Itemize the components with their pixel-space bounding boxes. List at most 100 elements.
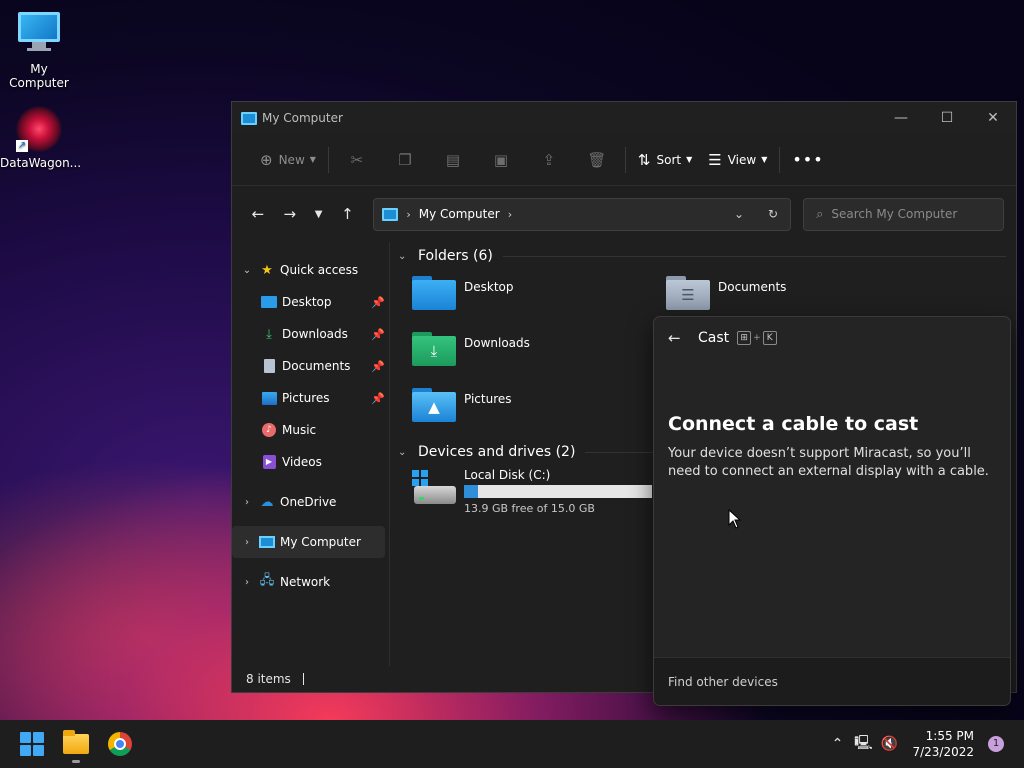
find-other-devices-link[interactable]: Find other devices — [654, 657, 1010, 705]
copy-button[interactable]: ❐ — [381, 144, 429, 176]
sidebar-item-label: Desktop — [282, 295, 332, 309]
window-title: My Computer — [262, 111, 343, 125]
trash-icon: 🗑 — [587, 150, 607, 169]
network-status-icon[interactable]: 🖳 — [850, 732, 876, 756]
find-other-devices-label: Find other devices — [668, 674, 778, 689]
folder-downloads[interactable]: ⤓ Downloads — [412, 332, 530, 366]
chevron-right-icon[interactable]: › — [236, 497, 258, 508]
back-button[interactable]: ← — [242, 198, 274, 230]
chevron-down-icon: ⌄ — [734, 207, 745, 221]
show-hidden-icons-button[interactable]: ⌃ — [824, 736, 850, 752]
sidebar-item-label: Quick access — [280, 263, 359, 277]
sidebar-item-onedrive[interactable]: › ☁ OneDrive — [232, 486, 389, 518]
folder-name: Desktop — [464, 280, 514, 294]
folder-pictures[interactable]: ▲ Pictures — [412, 388, 512, 422]
section-divider — [502, 255, 1006, 257]
pin-icon: 📌 — [371, 391, 385, 405]
minimize-button[interactable]: — — [878, 102, 924, 134]
desktop-icon-datawagon[interactable]: ↗ DataWagon... — [0, 106, 82, 170]
drive-usage-fill — [464, 485, 478, 498]
chevron-down-icon: ⌄ — [398, 446, 407, 458]
folders-section-header[interactable]: ⌄ Folders (6) — [398, 242, 1016, 270]
sidebar-item-documents[interactable]: Documents 📌 — [232, 350, 389, 382]
sidebar-item-my-computer[interactable]: › My Computer — [232, 526, 385, 558]
chevron-down-icon: ▼ — [686, 155, 693, 164]
sidebar-item-label: Pictures — [282, 391, 330, 405]
sidebar-item-quick-access[interactable]: ⌄ ★ Quick access — [232, 254, 389, 286]
recent-locations-button[interactable]: ▼ — [306, 198, 332, 230]
view-list-icon: ☰ — [708, 150, 722, 169]
taskbar-file-explorer[interactable] — [54, 724, 98, 764]
arrow-up-icon: ↑ — [341, 205, 354, 223]
drive-free-space: 13.9 GB free of 15.0 GB — [464, 502, 595, 515]
sidebar-item-pictures[interactable]: Pictures 📌 — [232, 382, 389, 414]
notification-badge[interactable]: 1 — [988, 736, 1004, 752]
arrow-right-icon: → — [283, 205, 297, 223]
new-label: New — [278, 152, 305, 167]
sidebar-item-network[interactable]: › 🖧 Network — [232, 566, 389, 598]
maximize-button[interactable]: ☐ — [924, 102, 970, 134]
status-divider — [302, 673, 304, 685]
close-button[interactable]: ✕ — [970, 102, 1016, 134]
chevron-right-icon[interactable]: › — [236, 537, 258, 548]
up-button[interactable]: ↑ — [332, 198, 364, 230]
sidebar-item-downloads[interactable]: ⤓ Downloads 📌 — [232, 318, 389, 350]
folder-name: Downloads — [464, 336, 530, 350]
desktop-folder-icon — [260, 295, 278, 309]
chevron-right-icon[interactable]: › — [508, 208, 512, 221]
desktop-icon-label: DataWagon... — [0, 156, 82, 170]
music-icon: ♪ — [260, 423, 278, 437]
rename-button[interactable]: ▣ — [477, 144, 525, 176]
file-explorer-icon — [63, 730, 89, 754]
windows-logo-icon — [412, 470, 428, 486]
chevron-down-icon: ▼ — [309, 155, 316, 164]
drive-local-disk-c[interactable]: Local Disk (C:) 13.9 GB free of 15.0 GB — [412, 468, 652, 515]
search-input[interactable] — [831, 207, 992, 221]
forward-button[interactable]: → — [274, 198, 306, 230]
chevron-right-icon: › — [406, 207, 411, 221]
taskbar-chrome[interactable] — [98, 724, 142, 764]
sidebar-item-desktop[interactable]: Desktop 📌 — [232, 286, 389, 318]
volume-muted-icon[interactable]: 🔇 — [876, 736, 902, 752]
clock[interactable]: 1:55 PM 7/23/2022 — [912, 728, 974, 760]
clock-date: 7/23/2022 — [912, 745, 974, 759]
view-button[interactable]: ☰ View ▼ — [700, 144, 775, 176]
desktop-icon-my-computer[interactable]: My Computer — [0, 10, 78, 90]
start-button[interactable] — [10, 724, 54, 764]
chrome-icon — [108, 732, 132, 756]
delete-button[interactable]: 🗑 — [573, 144, 621, 176]
cast-back-button[interactable]: ← — [668, 329, 692, 347]
chevron-down-icon[interactable]: ⌄ — [236, 265, 258, 276]
address-dropdown-button[interactable]: ⌄ — [722, 207, 756, 221]
title-bar[interactable]: My Computer — ☐ ✕ — [232, 102, 1016, 134]
cast-title: Cast — [698, 330, 730, 346]
drives-header-label: Devices and drives (2) — [418, 444, 576, 460]
sidebar-item-videos[interactable]: ▶ Videos — [232, 446, 389, 478]
sort-arrows-icon: ⇅ — [637, 150, 651, 169]
refresh-icon: ↻ — [768, 207, 779, 221]
sort-button[interactable]: ⇅ Sort ▼ — [630, 144, 700, 176]
drive-usage-bar — [464, 485, 652, 498]
refresh-button[interactable]: ↻ — [756, 207, 790, 221]
sidebar-item-music[interactable]: ♪ Music — [232, 414, 389, 446]
monitor-icon — [16, 12, 62, 58]
folder-desktop[interactable]: Desktop — [412, 276, 514, 310]
new-button[interactable]: ⊕ New ▼ — [252, 144, 324, 176]
documents-folder-icon: ☰ — [666, 276, 710, 310]
picture-icon — [260, 391, 278, 405]
paste-button[interactable]: ▤ — [429, 144, 477, 176]
clipboard-icon: ▤ — [445, 150, 461, 169]
cast-message: Your device doesn’t support Miracast, so… — [668, 446, 989, 479]
share-button[interactable]: ⇪ — [525, 144, 573, 176]
breadcrumb-my-computer[interactable]: My Computer — [419, 207, 500, 221]
chevron-right-icon[interactable]: › — [236, 577, 258, 588]
cut-button[interactable]: ✂ — [333, 144, 381, 176]
address-bar[interactable]: › My Computer › ⌄ ↻ — [373, 197, 792, 231]
pin-icon: 📌 — [371, 295, 385, 309]
more-options-button[interactable]: ••• — [784, 144, 831, 176]
clock-time: 1:55 PM — [925, 729, 974, 743]
share-icon: ⇪ — [542, 150, 556, 169]
sidebar-item-label: OneDrive — [280, 495, 337, 509]
folder-documents[interactable]: ☰ Documents — [666, 276, 786, 310]
sidebar-item-label: Documents — [282, 359, 351, 373]
